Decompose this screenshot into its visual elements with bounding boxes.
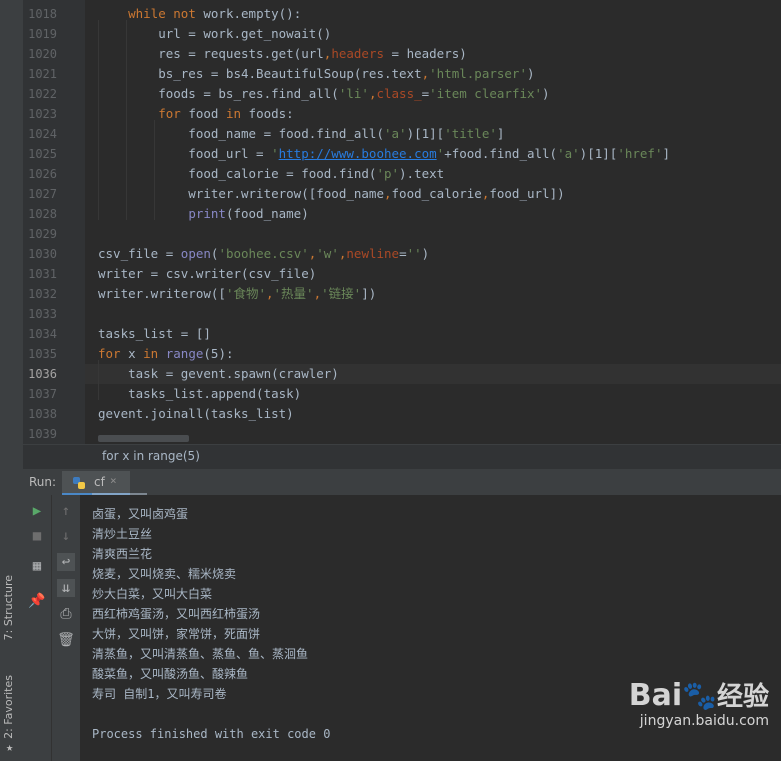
- line-number: 1032: [28, 287, 57, 301]
- code-line[interactable]: food_name = food.find_all('a')[1]['title…: [98, 124, 504, 144]
- rerun-icon[interactable]: ▶: [28, 502, 46, 520]
- code-line[interactable]: task = gevent.spawn(crawler): [98, 364, 339, 384]
- code-line[interactable]: bs_res = bs4.BeautifulSoup(res.text,'htm…: [98, 64, 534, 84]
- star-icon[interactable]: ★: [6, 740, 13, 754]
- line-number: 1021: [28, 67, 57, 81]
- line-number: 1030: [28, 247, 57, 261]
- line-number: 1026: [28, 167, 57, 181]
- run-label: Run:: [29, 475, 57, 489]
- code-line[interactable]: food_url = 'http://www.boohee.com'+food.…: [98, 144, 670, 164]
- structure-tab[interactable]: 7: Structure: [2, 575, 15, 640]
- code-line[interactable]: gevent.joinall(tasks_list): [98, 404, 294, 424]
- run-toolbar-left: ▶ ■ ▦ 📌: [23, 495, 51, 761]
- console-line: 烧麦，又叫烧卖、糯米烧卖: [92, 567, 237, 581]
- watermark-url: jingyan.baidu.com: [639, 713, 769, 729]
- line-number: 1033: [28, 307, 57, 321]
- breadcrumb[interactable]: for x in range(5): [102, 449, 200, 463]
- code-line[interactable]: csv_file = open('boohee.csv','w',newline…: [98, 244, 429, 264]
- run-toolbar-right: ↑ ↓ ↩ ⇊ ⎙ 🗑: [51, 495, 80, 761]
- code-line[interactable]: writer.writerow([food_name,food_calorie,…: [98, 184, 564, 204]
- watermark-brand: Bai: [628, 678, 683, 713]
- line-number: 1027: [28, 187, 57, 201]
- pin-icon[interactable]: 📌: [28, 592, 46, 610]
- scroll-to-end-icon[interactable]: ⇊: [57, 579, 75, 597]
- run-tab-label: cf: [94, 475, 105, 489]
- up-arrow-icon[interactable]: ↑: [57, 502, 75, 520]
- process-exit-line: Process finished with exit code 0: [92, 727, 331, 741]
- line-number: 1018: [28, 7, 57, 21]
- console-line: 卤蛋，又叫卤鸡蛋: [92, 507, 189, 521]
- console-line: 寿司 自制1，又叫寿司卷: [92, 687, 227, 701]
- line-number: 1020: [28, 47, 57, 61]
- line-number: 1035: [28, 347, 57, 361]
- trash-icon[interactable]: 🗑: [57, 631, 75, 649]
- line-number: 1022: [28, 87, 57, 101]
- line-number: 1024: [28, 127, 57, 141]
- code-line[interactable]: while not work.empty():: [98, 4, 301, 24]
- line-number: 1028: [28, 207, 57, 221]
- watermark-brand2: 经验: [716, 682, 769, 712]
- watermark: Bai🐾经验 jingyan.baidu.com: [628, 678, 769, 730]
- close-icon[interactable]: ×: [110, 474, 117, 487]
- code-line[interactable]: url = work.get_nowait(): [98, 24, 331, 44]
- code-line[interactable]: foods = bs_res.find_all('li',class_='ite…: [98, 84, 549, 104]
- code-line[interactable]: writer = csv.writer(csv_file): [98, 264, 316, 284]
- line-number: 1036: [28, 367, 57, 381]
- console-line: 清爽西兰花: [92, 547, 153, 561]
- line-number: 1037: [28, 387, 57, 401]
- python-icon: [72, 475, 86, 489]
- console-line: 清蒸鱼，又叫清蒸鱼、蒸鱼、鱼、蒸洄鱼: [92, 647, 309, 661]
- soft-wrap-icon[interactable]: ↩: [57, 553, 75, 571]
- console-line: 西红柿鸡蛋汤，又叫西红柿蛋汤: [92, 607, 261, 621]
- console-line: 清炒土豆丝: [92, 527, 153, 541]
- console-line: 酸菜鱼，又叫酸汤鱼、酸辣鱼: [92, 667, 249, 681]
- code-line[interactable]: food_calorie = food.find('p').text: [98, 164, 444, 184]
- console-line: 炒大白菜，又叫大白菜: [92, 587, 213, 601]
- line-number: 1029: [28, 227, 57, 241]
- line-number: 1038: [28, 407, 57, 421]
- paw-icon: 🐾: [682, 679, 717, 712]
- code-line[interactable]: tasks_list.append(task): [98, 384, 301, 404]
- stop-icon[interactable]: ■: [28, 527, 46, 545]
- console-line: 大饼，又叫饼，家常饼，死面饼: [92, 627, 261, 641]
- code-line[interactable]: print(food_name): [98, 204, 308, 224]
- line-number: 1023: [28, 107, 57, 121]
- line-number: 1039: [28, 427, 57, 441]
- horizontal-scrollbar[interactable]: [98, 435, 189, 442]
- code-line[interactable]: for x in range(5):: [98, 344, 234, 364]
- favorites-tab[interactable]: 2: Favorites: [2, 675, 15, 739]
- line-number: 1034: [28, 327, 57, 341]
- line-number: 1031: [28, 267, 57, 281]
- down-arrow-icon[interactable]: ↓: [57, 527, 75, 545]
- layout-icon[interactable]: ▦: [28, 557, 46, 575]
- left-tool-sidebar: 7: Structure 2: Favorites ★: [0, 0, 24, 761]
- code-line[interactable]: writer.writerow(['食物','热量','链接']): [98, 284, 376, 304]
- line-number: 1019: [28, 27, 57, 41]
- code-line[interactable]: tasks_list = []: [98, 324, 211, 344]
- print-icon[interactable]: ⎙: [57, 605, 75, 623]
- clipped-line: [92, 490, 152, 496]
- code-line[interactable]: for food in foods:: [98, 104, 293, 124]
- code-line[interactable]: res = requests.get(url,headers = headers…: [98, 44, 467, 64]
- line-number: 1025: [28, 147, 57, 161]
